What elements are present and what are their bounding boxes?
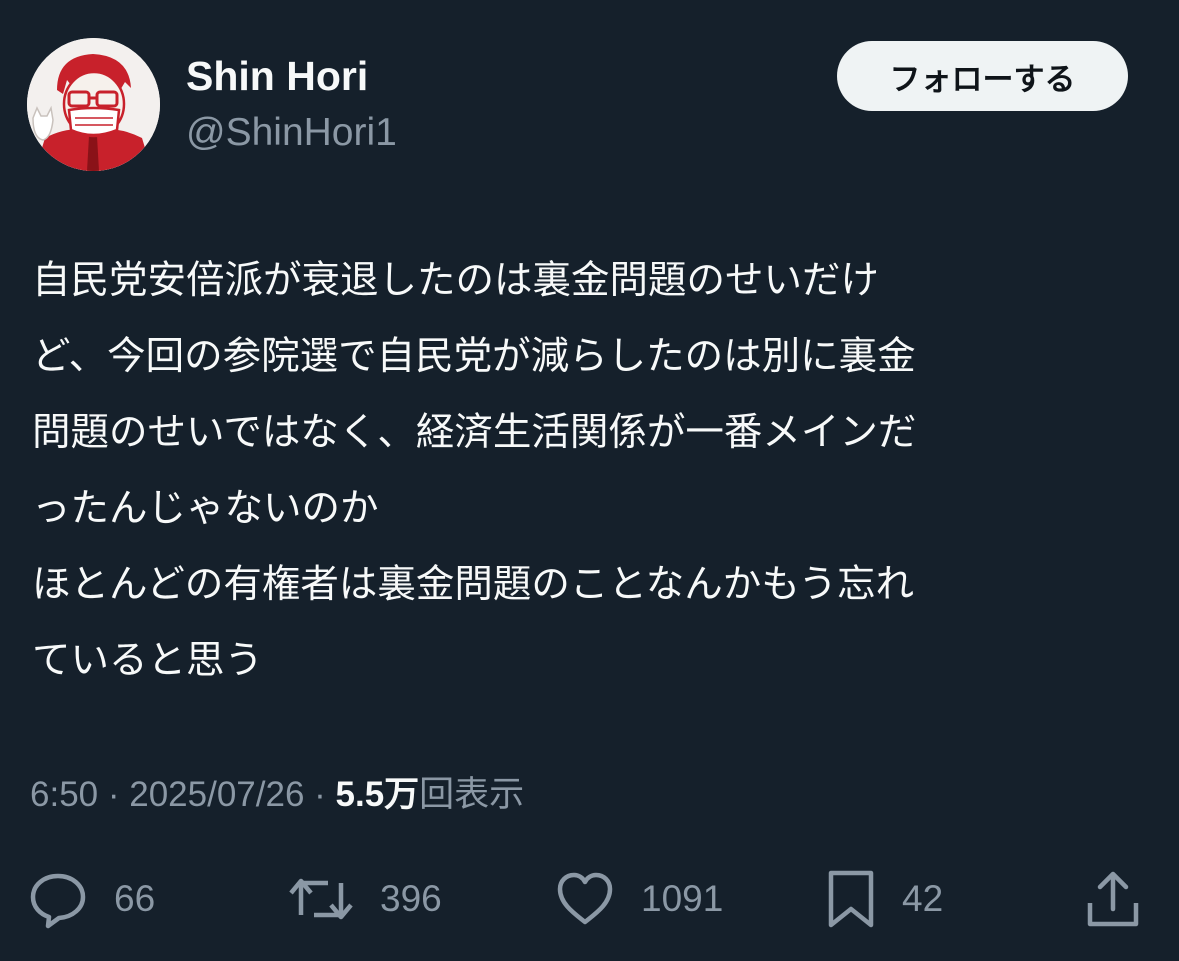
bookmark-button[interactable]: 42 bbox=[826, 864, 943, 934]
like-count: 1091 bbox=[641, 878, 724, 919]
reply-icon bbox=[30, 873, 86, 929]
tweet-text-line: ったんじゃないのか bbox=[32, 486, 379, 531]
views-count: 5.5万 bbox=[335, 775, 420, 814]
display-name[interactable]: Shin Hori bbox=[186, 52, 368, 100]
like-button[interactable]: 1091 bbox=[555, 864, 723, 934]
heart-icon bbox=[557, 872, 613, 925]
bookmark-icon bbox=[828, 870, 874, 928]
tweet-time[interactable]: 6:50 bbox=[30, 775, 98, 814]
views-label: 回表示 bbox=[419, 775, 525, 814]
action-bar: 66 396 1091 42 bbox=[0, 864, 1179, 934]
tweet-text-line: ていると思う bbox=[32, 638, 264, 683]
tweet-text: 自民党安倍派が衰退したのは裏金問題のせいだけ ど、今回の参院選で自民党が減らした… bbox=[32, 243, 1142, 699]
reply-count: 66 bbox=[114, 878, 156, 919]
tweet-text-line: ど、今回の参院選で自民党が減らしたのは別に裏金 bbox=[32, 334, 916, 379]
tweet-text-line: 問題のせいではなく、経済生活関係が一番メインだ bbox=[32, 410, 917, 455]
tweet-meta: 6:50 · 2025/07/26 · 5.5万回表示 bbox=[30, 772, 524, 818]
share-button[interactable] bbox=[1085, 864, 1141, 934]
tweet-text-line: ほとんどの有権者は裏金問題のことなんかもう忘れ bbox=[32, 562, 915, 607]
meta-separator: · bbox=[304, 775, 336, 814]
meta-separator: · bbox=[98, 775, 130, 814]
tweet-text-line: 自民党安倍派が衰退したのは裏金問題のせいだけ bbox=[32, 258, 880, 303]
tweet-date[interactable]: 2025/07/26 bbox=[129, 775, 304, 814]
avatar-illustration-icon bbox=[27, 38, 160, 171]
reply-button[interactable]: 66 bbox=[28, 864, 155, 934]
retweet-button[interactable]: 396 bbox=[288, 864, 442, 934]
retweet-count: 396 bbox=[380, 878, 442, 919]
retweet-icon bbox=[289, 878, 353, 920]
bookmark-count: 42 bbox=[902, 878, 944, 919]
avatar[interactable] bbox=[27, 38, 160, 171]
user-handle[interactable]: @ShinHori1 bbox=[186, 110, 397, 156]
share-icon bbox=[1087, 871, 1139, 927]
follow-button[interactable]: フォローする bbox=[837, 41, 1128, 111]
